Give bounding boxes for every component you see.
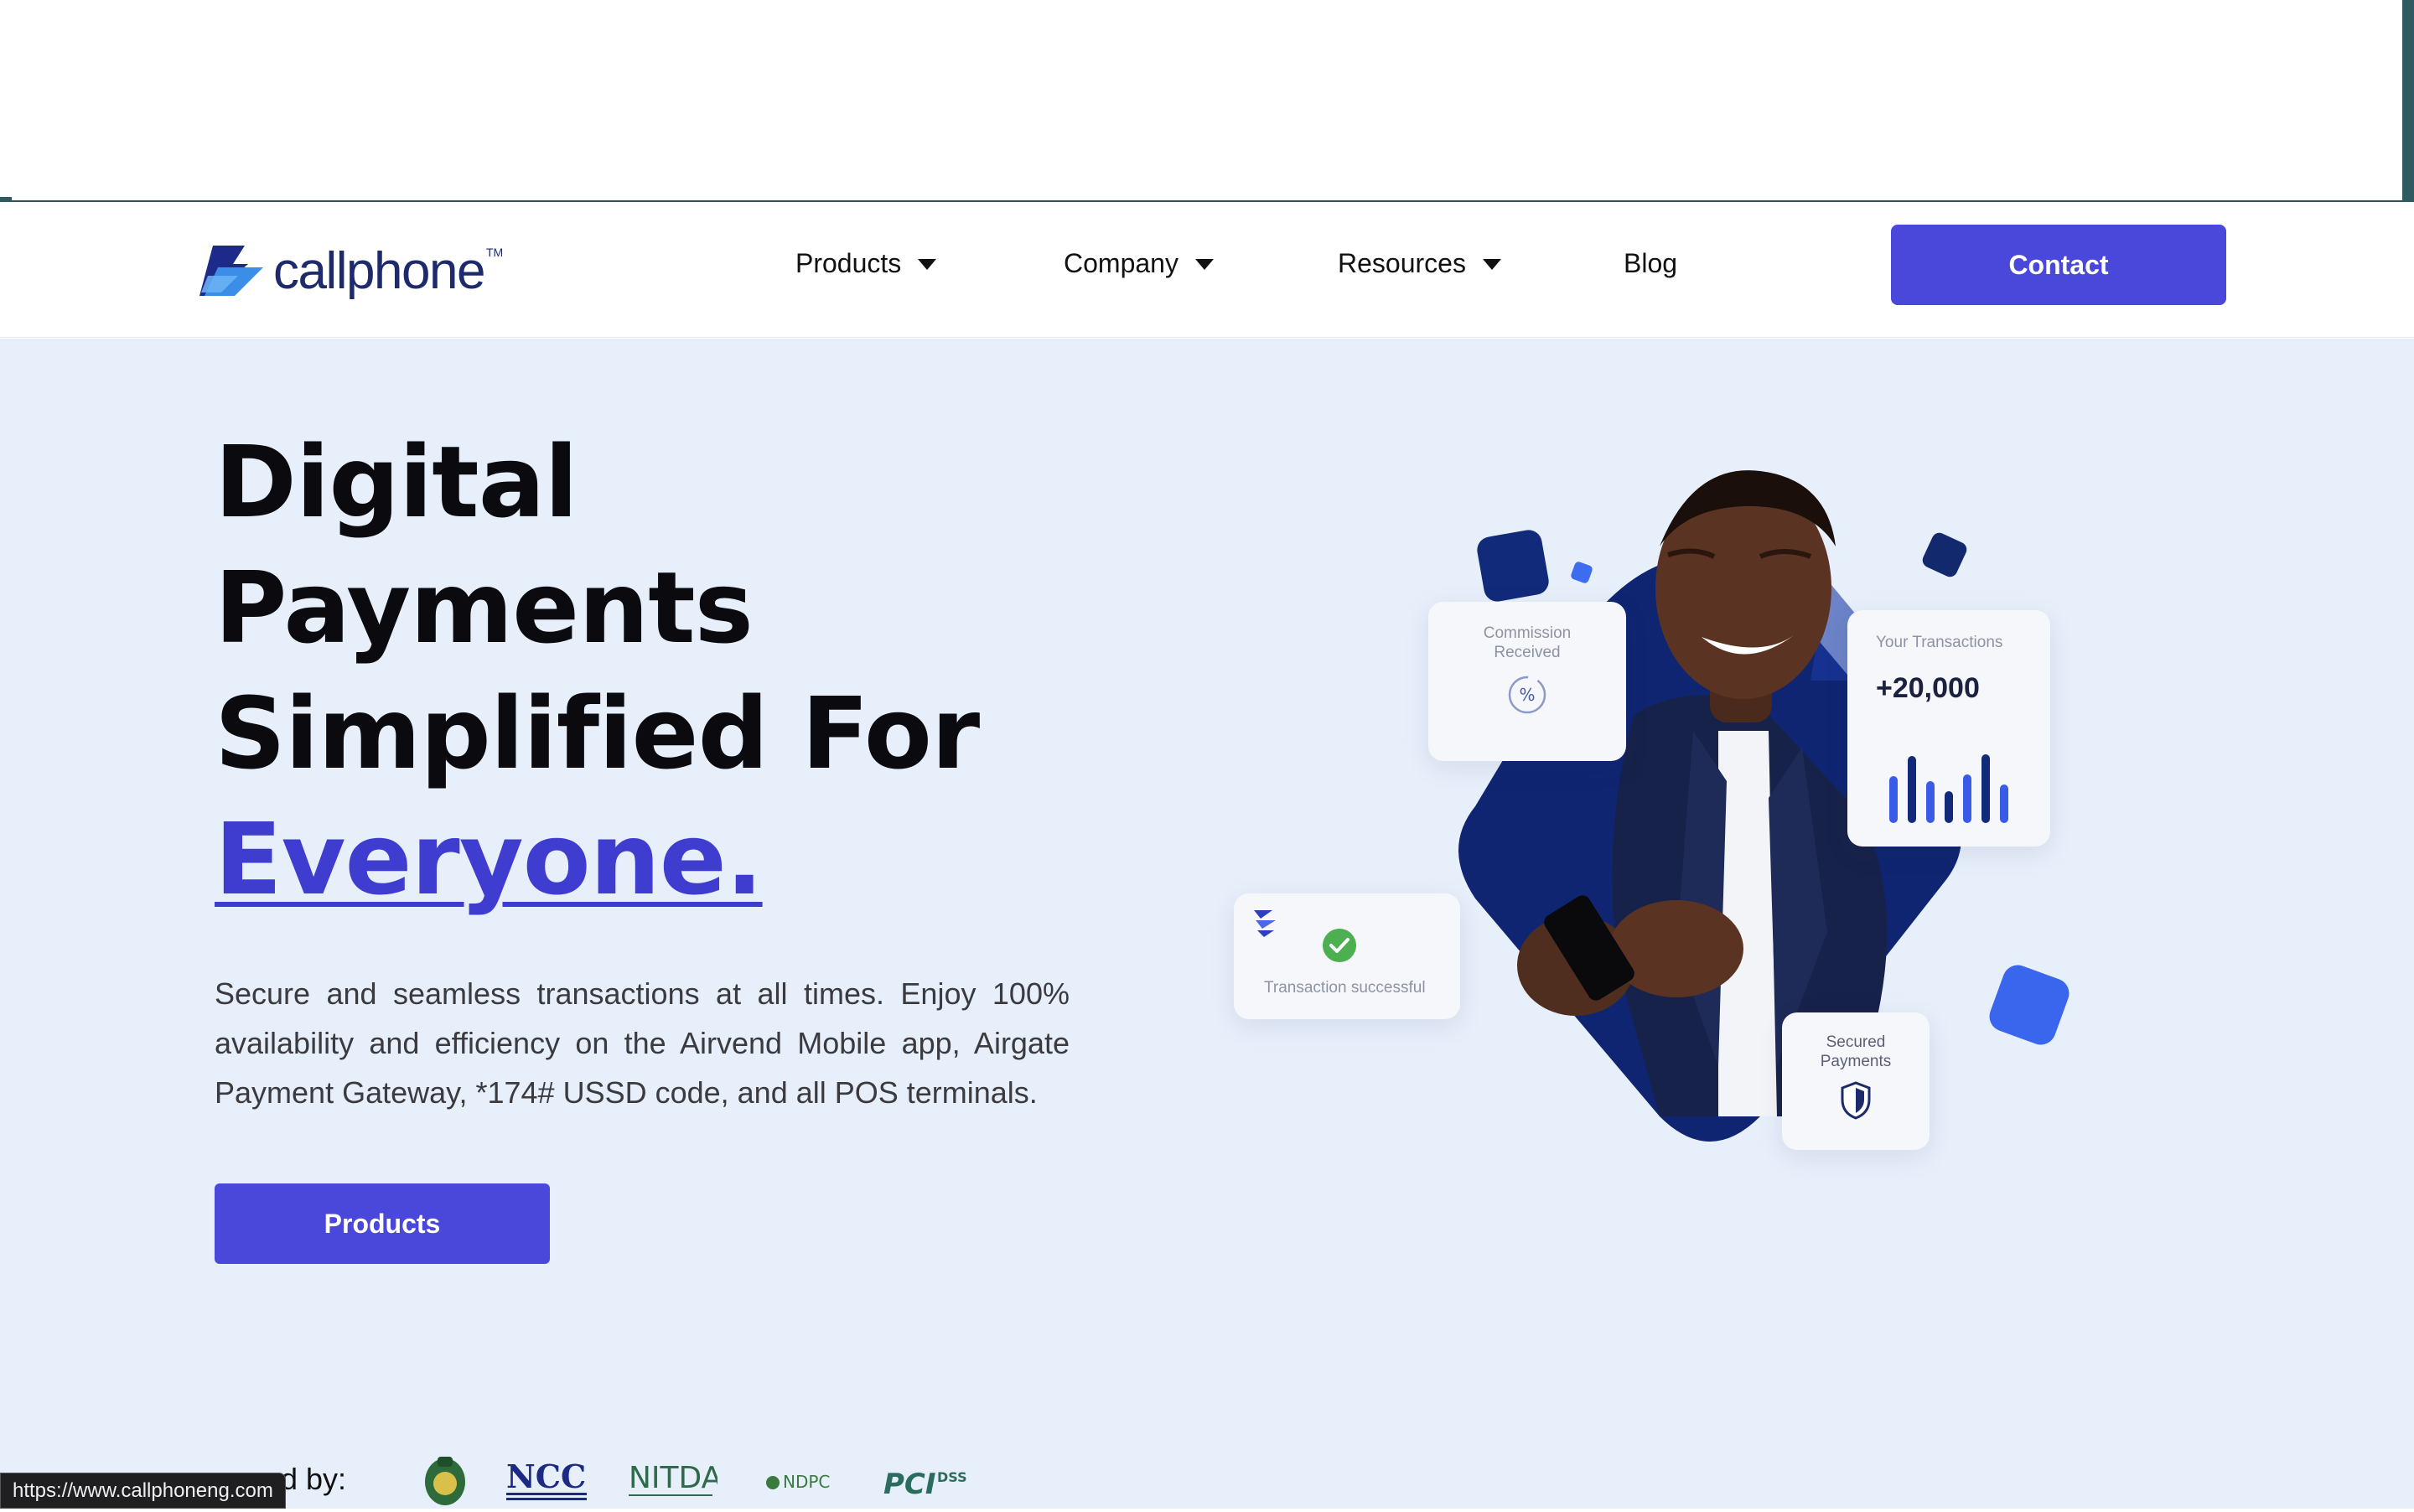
cbn-seal-logo xyxy=(419,1453,471,1509)
nitda-logo-icon: NITDA xyxy=(629,1461,717,1496)
svg-text:NCC: NCC xyxy=(506,1458,586,1495)
transactions-bars-icon xyxy=(1889,754,2008,823)
caret-down-icon xyxy=(918,258,937,270)
transaction-success-label: Transaction successful xyxy=(1264,979,1426,997)
hero-illustration: Commission Received % Your Transactions … xyxy=(1224,429,2163,1183)
svg-text:PCI: PCI xyxy=(883,1468,936,1501)
navbar: callphone TM Products Company Resources … xyxy=(0,204,2414,338)
hero-section: Digital Payments Simplified For Everyone… xyxy=(0,339,2414,1509)
headline-line: Digital xyxy=(215,424,578,540)
check-circle-icon xyxy=(1323,929,1356,962)
left-edge-marker xyxy=(0,197,12,202)
commission-card-label: Commission Received xyxy=(1483,624,1572,661)
secured-payments-card: Secured Payments xyxy=(1782,1012,1930,1150)
nitda-logo: NITDA xyxy=(627,1453,717,1509)
transactions-card-title: Your Transactions xyxy=(1876,634,2003,651)
svg-text:%: % xyxy=(1519,685,1535,705)
caret-down-icon xyxy=(1194,258,1214,270)
stripes-logo-icon xyxy=(1254,910,1276,937)
headline-accent: Everyone. xyxy=(215,801,764,917)
cbn-seal-icon xyxy=(425,1457,465,1505)
nav-company[interactable]: Company xyxy=(1064,242,1214,284)
nav-resources-label: Resources xyxy=(1338,247,1466,278)
commission-card: Commission Received % xyxy=(1428,602,1626,761)
ncc-logo-icon: NCC xyxy=(506,1458,587,1500)
svg-text:DSS: DSS xyxy=(937,1469,967,1485)
transactions-card: Your Transactions +20,000 xyxy=(1847,610,2050,847)
ndpc-logo-icon: NDPC xyxy=(766,1472,830,1492)
secured-payments-label: Secured Payments xyxy=(1820,1033,1892,1070)
transaction-success-card: Transaction successful xyxy=(1234,893,1460,1019)
pci-dss-logo-icon: PCI DSS xyxy=(883,1468,967,1501)
nav-blog-label: Blog xyxy=(1624,247,1678,278)
transactions-card-value: +20,000 xyxy=(1876,672,1980,704)
nav-products-label: Products xyxy=(795,247,902,278)
caret-down-icon xyxy=(1482,258,1501,270)
svg-text:NITDA: NITDA xyxy=(629,1461,717,1495)
products-cta-button[interactable]: Products xyxy=(215,1183,550,1264)
svg-text:NDPC: NDPC xyxy=(783,1472,830,1492)
nav-resources[interactable]: Resources xyxy=(1338,242,1501,284)
headline-line: Payments xyxy=(215,550,754,665)
pci-dss-logo: PCI DSS xyxy=(882,1453,974,1509)
scrollbar-strip[interactable] xyxy=(2402,0,2414,202)
ncc-logo: NCC xyxy=(503,1453,590,1509)
status-bar-url: https://www.callphoneng.com xyxy=(0,1473,286,1509)
contact-button[interactable]: Contact xyxy=(1891,225,2226,305)
nav-blog[interactable]: Blog xyxy=(1624,242,1677,284)
shield-icon xyxy=(1841,1081,1871,1120)
ndpc-logo: NDPC xyxy=(764,1453,843,1509)
nav-company-label: Company xyxy=(1064,247,1179,278)
regulated-by-label: d by: xyxy=(281,1462,347,1496)
headline-line: Simplified For xyxy=(215,676,980,791)
hero-subtext: Secure and seamless transactions at all … xyxy=(215,976,1070,1110)
top-blank-area xyxy=(0,0,2414,202)
hero-headline: Digital Payments Simplified For Everyone… xyxy=(215,419,980,922)
nav-products[interactable]: Products xyxy=(795,242,937,284)
percent-icon: % xyxy=(1508,676,1546,714)
